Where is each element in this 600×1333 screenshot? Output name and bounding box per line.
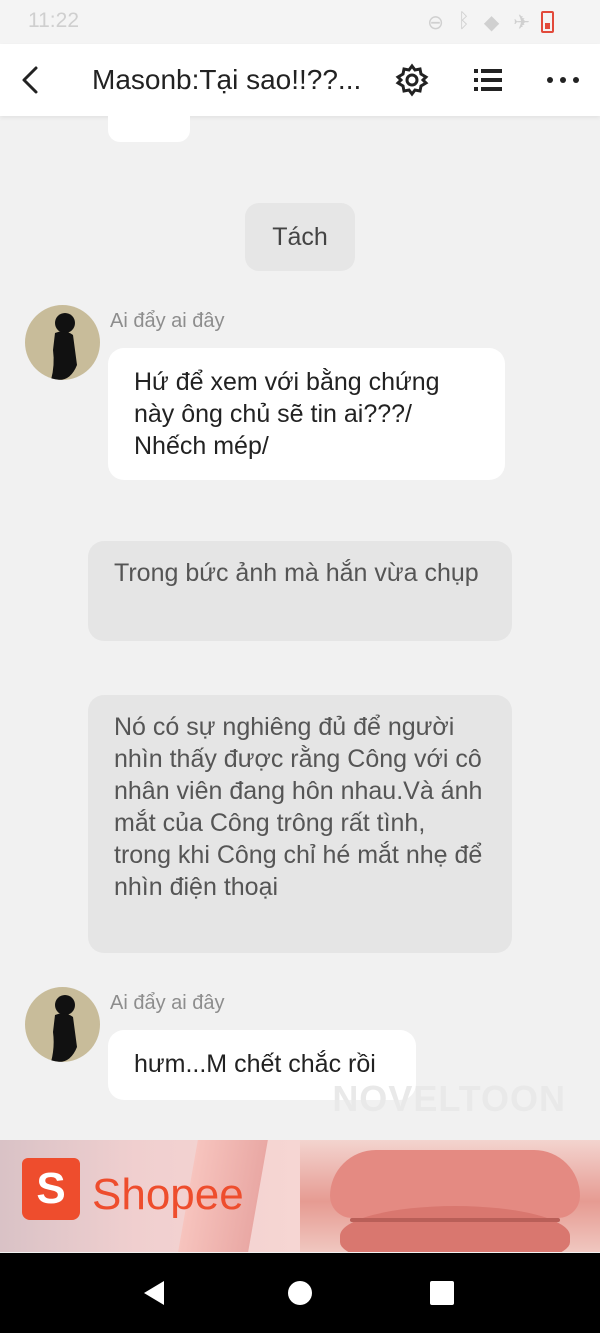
scene-separator: Tách <box>245 203 355 271</box>
watermark: NOVELTOON <box>332 1078 566 1119</box>
chat-area[interactable]: Tách Ai đẩy ai đây Hứ để xem với bằng ch… <box>0 116 600 1140</box>
dnd-icon: ⊖ <box>427 12 444 34</box>
chat-title: Masonb:Tại sao!!??... <box>92 64 362 95</box>
sender-name: Ai đẩy ai đây <box>110 310 225 332</box>
navigation-bar <box>0 1253 600 1333</box>
status-time: 11:22 <box>28 9 79 32</box>
avatar[interactable] <box>25 305 100 380</box>
ad-brand-text: Shopee <box>92 1170 244 1219</box>
ad-banner[interactable]: S Shopee <box>0 1140 600 1252</box>
status-icons: ⊖ ᛒ ◆ ✈ <box>427 10 530 35</box>
gear-icon[interactable] <box>392 60 432 100</box>
wifi-icon: ◆ <box>483 12 500 34</box>
nav-home-icon[interactable] <box>282 1275 318 1311</box>
silhouette-icon <box>51 995 77 1062</box>
narration-block: Nó có sự nghiêng đủ để người nhìn thấy đ… <box>88 695 512 953</box>
sender-name: Ai đẩy ai đây <box>110 992 225 1014</box>
more-options-icon[interactable] <box>543 60 583 100</box>
nav-back-icon[interactable] <box>136 1275 172 1311</box>
airplane-icon: ✈ <box>513 12 530 34</box>
avatar[interactable] <box>25 987 100 1062</box>
status-bar: 11:22 ⊖ ᛒ ◆ ✈ <box>0 0 600 44</box>
bluetooth-icon: ᛒ <box>457 10 470 32</box>
narration-block: Trong bức ảnh mà hắn vừa chụp <box>88 541 512 641</box>
silhouette-icon <box>51 313 77 380</box>
nav-recents-icon[interactable] <box>424 1275 460 1311</box>
list-icon[interactable] <box>468 60 508 100</box>
shopee-logo-icon: S <box>22 1158 80 1220</box>
chat-header: Masonb:Tại sao!!??... <box>0 44 600 116</box>
battery-icon <box>541 11 554 33</box>
message-bubble: Hứ để xem với bằng chứng này ông chủ sẽ … <box>108 348 505 480</box>
back-arrow-icon[interactable] <box>14 58 54 102</box>
message-bubble-partial <box>108 116 190 142</box>
lips-line <box>350 1218 560 1222</box>
